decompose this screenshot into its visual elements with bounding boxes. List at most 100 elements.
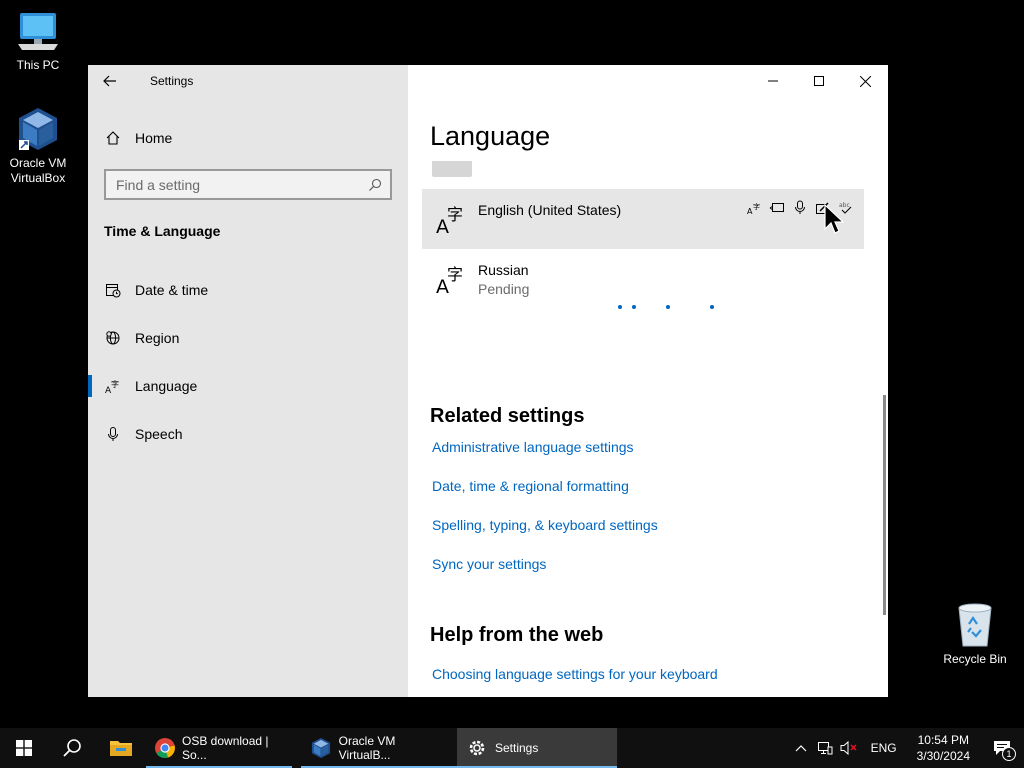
language-icon: A字 <box>436 265 463 295</box>
scrollbar[interactable] <box>883 395 886 615</box>
sidebar-item-date-time[interactable]: Date & time <box>88 272 408 308</box>
progress-dot <box>666 305 670 309</box>
minimize-button[interactable] <box>750 65 796 97</box>
progress-dot <box>618 305 622 309</box>
taskbar-app-chrome[interactable]: OSB download | So... <box>146 728 292 768</box>
network-button[interactable] <box>813 728 837 768</box>
progress-dot <box>710 305 714 309</box>
sidebar-item-speech[interactable]: Speech <box>88 416 408 452</box>
window-title: Settings <box>150 74 194 88</box>
progress-dot <box>632 305 636 309</box>
search-box[interactable] <box>104 169 392 200</box>
page-title: Language <box>430 121 551 151</box>
system-tray: ENG 10:54 PM 3/30/2024 1 <box>789 728 1024 768</box>
back-arrow-icon <box>103 75 116 87</box>
date-time-regional-formatting-link[interactable]: Date, time & regional formatting <box>432 478 629 494</box>
input-language-button[interactable]: ENG <box>867 728 901 768</box>
display-language-icon: A字 <box>745 199 762 216</box>
svg-text:字: 字 <box>753 202 760 211</box>
search-input[interactable] <box>116 176 368 193</box>
administrative-language-settings-link[interactable]: Administrative language settings <box>432 439 634 455</box>
sidebar-item-region[interactable]: Region <box>88 320 408 356</box>
taskbar-app-virtualbox[interactable]: Oracle VM VirtualB... <box>301 728 457 768</box>
search-button[interactable] <box>48 728 96 768</box>
minimize-icon <box>768 80 778 82</box>
volume-button[interactable] <box>837 728 861 768</box>
calendar-clock-icon <box>104 282 122 298</box>
home-icon <box>104 130 122 146</box>
home-label: Home <box>135 130 173 146</box>
folder-icon <box>110 741 132 756</box>
recycle-bin-icon <box>958 603 992 647</box>
desktop-icon-virtualbox[interactable]: Oracle VM VirtualBox <box>0 106 76 186</box>
computer-icon <box>18 13 58 50</box>
language-icon: A字 <box>436 205 463 235</box>
network-icon <box>817 742 833 755</box>
svg-text:字: 字 <box>447 265 463 284</box>
notification-count-badge: 1 <box>1002 747 1016 761</box>
start-button[interactable] <box>0 728 48 768</box>
title-bar: Settings <box>88 65 408 97</box>
choosing-keyboard-language-link[interactable]: Choosing language settings for your keyb… <box>432 666 718 682</box>
search-icon <box>369 178 382 191</box>
selection-indicator <box>88 375 92 397</box>
progress-indicator <box>614 305 724 311</box>
language-status: Pending <box>478 281 530 297</box>
desktop-icon-label: Recycle Bin <box>943 652 1007 666</box>
clock[interactable]: 10:54 PM 3/30/2024 <box>907 732 980 764</box>
taskbar-app-label: OSB download | So... <box>182 734 269 762</box>
file-explorer-button[interactable] <box>96 728 146 768</box>
svg-text:字: 字 <box>111 379 119 389</box>
language-name: English (United States) <box>478 202 622 218</box>
settings-window: Settings Home Time & Language Date & tim… <box>88 65 888 697</box>
taskbar-app-label: Oracle VM VirtualB... <box>338 734 396 762</box>
sidebar-item-label: Speech <box>135 426 183 442</box>
desktop-icon-recycle-bin[interactable]: Recycle Bin <box>940 602 1010 666</box>
show-hidden-icons-button[interactable] <box>789 728 813 768</box>
chrome-icon <box>154 736 176 760</box>
sync-settings-link[interactable]: Sync your settings <box>432 556 546 572</box>
windows-logo-icon <box>16 740 32 756</box>
settings-sidebar: Settings Home Time & Language Date & tim… <box>88 65 408 697</box>
close-button[interactable] <box>842 65 888 97</box>
window-controls <box>750 65 888 97</box>
action-center-button[interactable]: 1 <box>980 728 1024 768</box>
taskbar: OSB download | So... Oracle VM VirtualB.… <box>0 728 1024 768</box>
close-icon <box>859 75 871 87</box>
related-settings-heading: Related settings <box>430 405 585 427</box>
section-heading: Time & Language <box>104 223 221 239</box>
chevron-up-icon <box>795 745 807 752</box>
sidebar-item-language[interactable]: A字 Language <box>88 368 408 404</box>
settings-content: Language A字 English (United States) A字 a… <box>408 65 888 697</box>
microphone-icon <box>104 426 122 442</box>
language-icon: A字 <box>104 378 122 394</box>
back-button[interactable] <box>98 71 122 91</box>
sidebar-item-label: Region <box>135 330 180 346</box>
speaker-muted-icon <box>840 740 857 756</box>
clock-date: 3/30/2024 <box>916 749 970 763</box>
language-row-english[interactable]: A字 English (United States) A字 abc <box>422 189 864 249</box>
svg-text:字: 字 <box>447 205 463 224</box>
microphone-icon <box>791 199 808 216</box>
desktop-icon-label: Oracle VM VirtualBox <box>9 156 67 185</box>
taskbar-app-settings[interactable]: Settings <box>457 728 617 768</box>
gear-icon <box>465 736 489 760</box>
desktop-icon-this-pc[interactable]: This PC <box>0 10 76 73</box>
maximize-icon <box>814 76 824 86</box>
home-nav-item[interactable]: Home <box>104 127 394 149</box>
desktop-icon-label: This PC <box>16 58 60 72</box>
globe-icon <box>104 330 122 346</box>
language-name: Russian <box>478 262 529 278</box>
virtualbox-icon <box>19 108 57 150</box>
help-from-web-heading: Help from the web <box>430 624 604 646</box>
clock-time: 10:54 PM <box>917 733 969 747</box>
mouse-cursor-icon <box>824 204 844 234</box>
maximize-button[interactable] <box>796 65 842 97</box>
language-row-russian[interactable]: A字 Russian Pending <box>422 249 864 309</box>
text-to-speech-icon <box>768 199 785 216</box>
partially-scrolled-button[interactable] <box>432 161 472 177</box>
spelling-typing-keyboard-link[interactable]: Spelling, typing, & keyboard settings <box>432 517 658 533</box>
sidebar-item-label: Date & time <box>135 282 209 298</box>
virtualbox-icon <box>309 736 333 760</box>
taskbar-app-label: Settings <box>495 741 539 755</box>
